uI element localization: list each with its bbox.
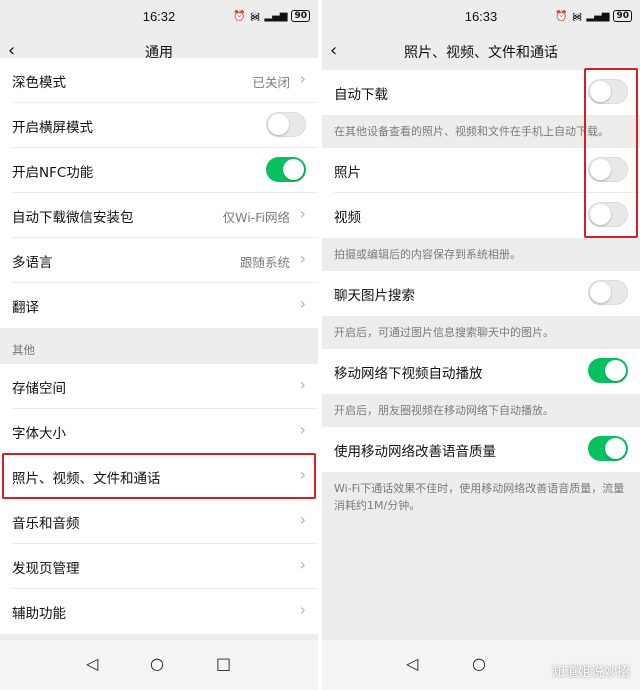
- status-icons: ⏰ ᯼ ▂▄▆ 90: [555, 9, 632, 23]
- page-title: 照片、视频、文件和通话: [404, 45, 558, 61]
- row-label: 辅助功能: [12, 606, 66, 622]
- back-triangle-icon[interactable]: ◁: [86, 654, 98, 673]
- status-bar: 16:33 ⏰ ᯼ ▂▄▆ 90: [322, 0, 640, 34]
- chat-image-search-toggle[interactable]: [588, 280, 628, 305]
- row-label: 照片: [334, 165, 361, 181]
- row-label: 自动下载: [334, 87, 388, 103]
- wifi-icon: ᯼: [249, 12, 261, 23]
- signal-icon: ▂▄▆: [264, 10, 288, 22]
- chevron-right-icon: ›: [299, 69, 306, 88]
- row-label: 使用移动网络改善语音质量: [334, 444, 496, 460]
- section-header-other: 其他: [0, 328, 318, 364]
- chevron-right-icon: ›: [299, 249, 306, 268]
- row-value: 仅Wi-Fi网络: [222, 210, 290, 225]
- home-circle-icon[interactable]: ○: [150, 654, 164, 673]
- row-label: 移动网络下视频自动播放: [334, 366, 483, 382]
- row-label: 开启横屏模式: [12, 120, 93, 136]
- settings-list-general: 深色模式 已关闭 › 开启横屏模式 开启NFC功能 自动下载微信安装包 仅Wi-…: [0, 58, 318, 634]
- chevron-right-icon: ›: [299, 420, 306, 439]
- row-music-audio[interactable]: 音乐和音频 ›: [0, 499, 318, 544]
- row-label: 音乐和音频: [12, 516, 80, 532]
- row-label: 存储空间: [12, 381, 66, 397]
- row-label: 深色模式: [12, 75, 66, 91]
- row-nfc: 开启NFC功能: [0, 148, 318, 193]
- section-label: 其他: [12, 343, 35, 357]
- chevron-right-icon: ›: [299, 204, 306, 223]
- chevron-right-icon: ›: [299, 600, 306, 619]
- chevron-right-icon: ›: [299, 555, 306, 574]
- alarm-icon: ⏰: [555, 10, 568, 22]
- row-label: 字体大小: [12, 426, 66, 442]
- row-accessibility[interactable]: 辅助功能 ›: [0, 589, 318, 634]
- battery-icon: 90: [291, 10, 310, 22]
- row-label: 开启NFC功能: [12, 165, 94, 181]
- signal-icon: ▂▄▆: [586, 10, 610, 22]
- row-auto-download-package[interactable]: 自动下载微信安装包 仅Wi-Fi网络 ›: [0, 193, 318, 238]
- row-storage[interactable]: 存储空间 ›: [0, 364, 318, 409]
- row-label: 聊天图片搜索: [334, 288, 415, 304]
- battery-icon: 90: [613, 10, 632, 22]
- nfc-toggle[interactable]: [266, 157, 306, 182]
- mobile-autoplay-toggle[interactable]: [588, 358, 628, 383]
- back-triangle-icon[interactable]: ◁: [406, 654, 418, 673]
- row-value: 已关闭: [252, 75, 290, 90]
- row-dark-mode[interactable]: 深色模式 已关闭 ›: [0, 58, 318, 103]
- left-screen: 16:32 ⏰ ᯼ ▂▄▆ 90 ‹ 通用 深色模式 已关闭 › 开启横屏模式 …: [0, 0, 318, 690]
- toggle-knob: [605, 438, 626, 459]
- voice-quality-toggle[interactable]: [588, 436, 628, 461]
- highlight-box-toggles: [584, 68, 638, 238]
- row-label: 自动下载微信安装包: [12, 210, 134, 226]
- watermark-text: 知道姐说妙招: [551, 665, 630, 680]
- alarm-icon: ⏰: [233, 10, 246, 22]
- right-screen: 16:33 ⏰ ᯼ ▂▄▆ 90 ‹ 照片、视频、文件和通话 自动下载 在其他设…: [322, 0, 640, 690]
- wifi-icon: ᯼: [571, 12, 583, 23]
- mobile-autoplay-note: 开启后，朋友圈视频在移动网络下自动播放。: [322, 394, 640, 427]
- row-label: 视频: [334, 210, 361, 226]
- toggle-knob: [605, 360, 626, 381]
- recent-square-icon[interactable]: □: [216, 654, 231, 673]
- landscape-toggle[interactable]: [266, 112, 306, 137]
- row-voice-quality: 使用移动网络改善语音质量: [322, 427, 640, 472]
- status-bar: 16:32 ⏰ ᯼ ▂▄▆ 90: [0, 0, 318, 34]
- row-landscape-mode: 开启横屏模式: [0, 103, 318, 148]
- row-language[interactable]: 多语言 跟随系统 ›: [0, 238, 318, 283]
- row-value: 跟随系统: [239, 255, 290, 270]
- system-nav-bar: ◁ ○ □: [0, 640, 318, 690]
- toggle-knob: [590, 282, 611, 303]
- home-circle-icon[interactable]: ○: [472, 654, 486, 673]
- chevron-right-icon: ›: [299, 294, 306, 313]
- chevron-right-icon: ›: [299, 375, 306, 394]
- toggle-knob: [283, 159, 304, 180]
- chat-image-search-note: 开启后，可通过图片信息搜索聊天中的图片。: [322, 316, 640, 349]
- voice-quality-note: Wi-Fi下通话效果不佳时，使用移动网络改善语音质量，流量消耗约1M/分钟。: [322, 472, 640, 522]
- row-discover-management[interactable]: 发现页管理 ›: [0, 544, 318, 589]
- nav-bar: ‹ 照片、视频、文件和通话: [322, 34, 640, 68]
- row-label: 多语言: [12, 255, 53, 271]
- highlight-box-photos-row: [2, 453, 316, 499]
- row-mobile-autoplay: 移动网络下视频自动播放: [322, 349, 640, 394]
- row-label: 翻译: [12, 300, 39, 316]
- save-album-note: 拍摄或编辑后的内容保存到系统相册。: [322, 238, 640, 271]
- row-font-size[interactable]: 字体大小 ›: [0, 409, 318, 454]
- status-icons: ⏰ ᯼ ▂▄▆ 90: [233, 9, 310, 23]
- row-translate[interactable]: 翻译 ›: [0, 283, 318, 328]
- toggle-knob: [268, 114, 289, 135]
- row-chat-image-search: 聊天图片搜索: [322, 271, 640, 316]
- chevron-right-icon: ›: [299, 510, 306, 529]
- row-label: 发现页管理: [12, 561, 80, 577]
